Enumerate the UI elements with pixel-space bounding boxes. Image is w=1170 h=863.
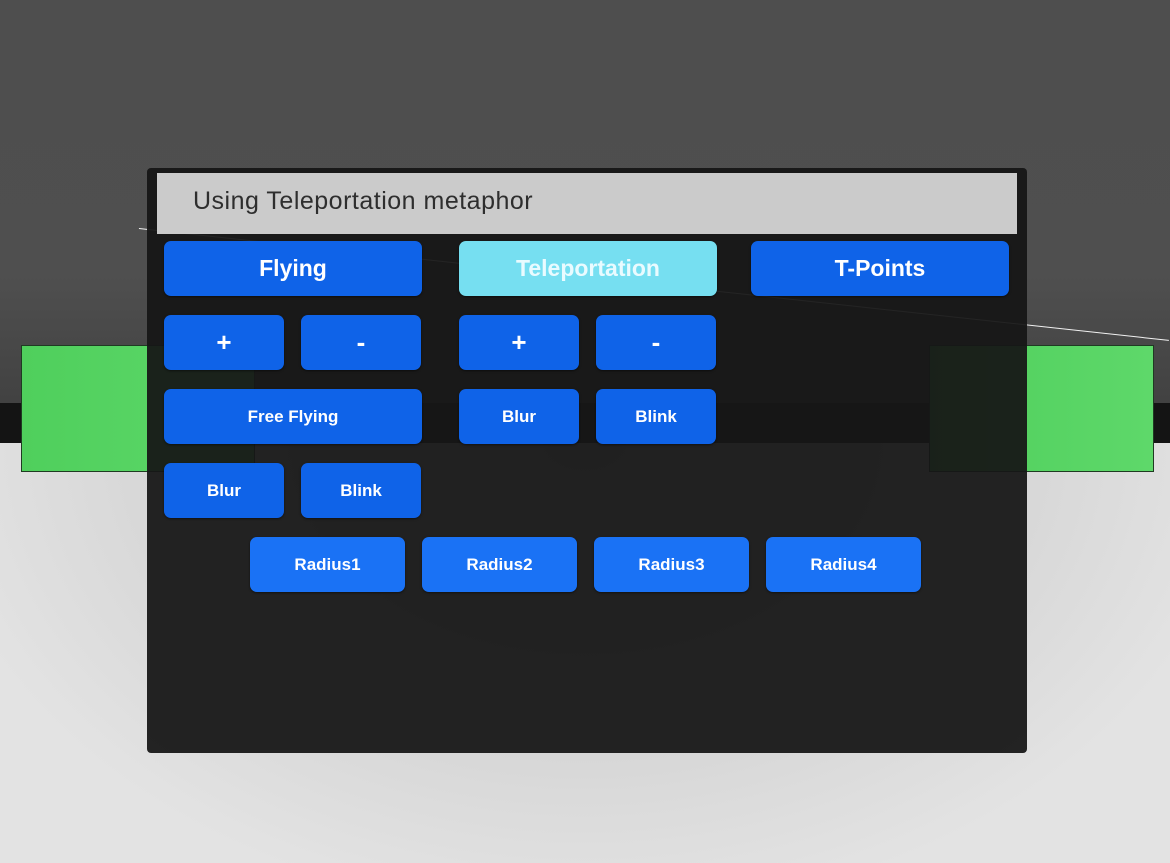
teleport-plus-button[interactable]: + [459, 315, 579, 370]
navigation-menu-panel: Using Teleportation metaphor Flying Tele… [147, 168, 1027, 753]
teleport-blur-button[interactable]: Blur [459, 389, 579, 444]
flying-blur-button[interactable]: Blur [164, 463, 284, 518]
flying-speed-minus-button[interactable]: - [301, 315, 421, 370]
flying-blink-button[interactable]: Blink [301, 463, 421, 518]
radius2-button[interactable]: Radius2 [422, 537, 577, 592]
radius1-button[interactable]: Radius1 [250, 537, 405, 592]
teleport-minus-button[interactable]: - [596, 315, 716, 370]
teleport-blink-button[interactable]: Blink [596, 389, 716, 444]
flying-speed-plus-button[interactable]: + [164, 315, 284, 370]
radius4-button[interactable]: Radius4 [766, 537, 921, 592]
status-text: Using Teleportation metaphor [157, 173, 1017, 234]
mode-t-points-button[interactable]: T-Points [751, 241, 1009, 296]
mode-teleportation-button[interactable]: Teleportation [459, 241, 717, 296]
free-flying-button[interactable]: Free Flying [164, 389, 422, 444]
mode-flying-button[interactable]: Flying [164, 241, 422, 296]
radius3-button[interactable]: Radius3 [594, 537, 749, 592]
